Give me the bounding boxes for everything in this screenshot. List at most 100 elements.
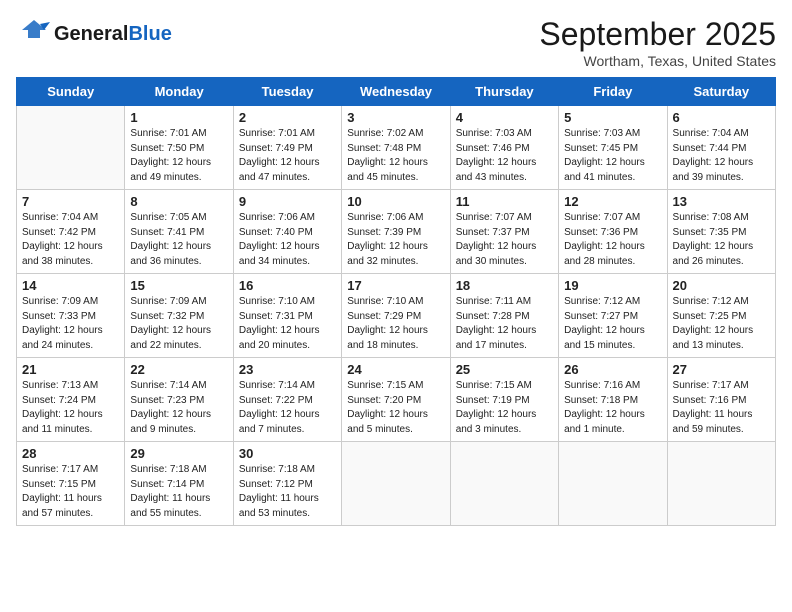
day-info: Sunrise: 7:14 AM Sunset: 7:23 PM Dayligh… [130,379,227,437]
day-info: Sunrise: 7:15 AM Sunset: 7:20 PM Dayligh… [347,379,444,437]
day-number: 12 [564,194,661,209]
calendar-cell: 11 Sunrise: 7:07 AM Sunset: 7:37 PM Dayli… [450,190,558,274]
day-info: Sunrise: 7:10 AM Sunset: 7:31 PM Dayligh… [239,295,336,353]
day-number: 6 [673,110,770,125]
page-header: GeneralBlue September 2025 Wortham, Texa… [16,16,776,69]
day-info: Sunrise: 7:12 AM Sunset: 7:27 PM Dayligh… [564,295,661,353]
day-info: Sunrise: 7:08 AM Sunset: 7:35 PM Dayligh… [673,211,770,269]
day-number: 20 [673,278,770,293]
col-header-wednesday: Wednesday [342,78,450,106]
title-block: September 2025 Wortham, Texas, United St… [539,16,776,69]
calendar-week-3: 14 Sunrise: 7:09 AM Sunset: 7:33 PM Dayli… [17,274,776,358]
calendar-cell: 27 Sunrise: 7:17 AM Sunset: 7:16 PM Dayli… [667,358,775,442]
calendar-cell [667,442,775,526]
calendar-cell [559,442,667,526]
day-info: Sunrise: 7:07 AM Sunset: 7:36 PM Dayligh… [564,211,661,269]
calendar-cell: 9 Sunrise: 7:06 AM Sunset: 7:40 PM Daylig… [233,190,341,274]
day-info: Sunrise: 7:05 AM Sunset: 7:41 PM Dayligh… [130,211,227,269]
logo-general: General [54,23,128,45]
location: Wortham, Texas, United States [539,53,776,69]
day-number: 16 [239,278,336,293]
calendar-cell: 12 Sunrise: 7:07 AM Sunset: 7:36 PM Dayli… [559,190,667,274]
day-info: Sunrise: 7:06 AM Sunset: 7:39 PM Dayligh… [347,211,444,269]
day-info: Sunrise: 7:12 AM Sunset: 7:25 PM Dayligh… [673,295,770,353]
day-number: 4 [456,110,553,125]
day-number: 19 [564,278,661,293]
day-number: 8 [130,194,227,209]
calendar-cell: 5 Sunrise: 7:03 AM Sunset: 7:45 PM Daylig… [559,106,667,190]
day-info: Sunrise: 7:01 AM Sunset: 7:49 PM Dayligh… [239,127,336,185]
calendar-table: SundayMondayTuesdayWednesdayThursdayFrid… [16,77,776,526]
day-number: 10 [347,194,444,209]
day-number: 9 [239,194,336,209]
logo: GeneralBlue [16,16,172,52]
day-info: Sunrise: 7:10 AM Sunset: 7:29 PM Dayligh… [347,295,444,353]
col-header-tuesday: Tuesday [233,78,341,106]
col-header-saturday: Saturday [667,78,775,106]
calendar-cell: 10 Sunrise: 7:06 AM Sunset: 7:39 PM Dayli… [342,190,450,274]
day-info: Sunrise: 7:15 AM Sunset: 7:19 PM Dayligh… [456,379,553,437]
day-info: Sunrise: 7:01 AM Sunset: 7:50 PM Dayligh… [130,127,227,185]
day-number: 24 [347,362,444,377]
calendar-cell: 15 Sunrise: 7:09 AM Sunset: 7:32 PM Dayli… [125,274,233,358]
day-info: Sunrise: 7:09 AM Sunset: 7:32 PM Dayligh… [130,295,227,353]
day-info: Sunrise: 7:07 AM Sunset: 7:37 PM Dayligh… [456,211,553,269]
logo-text-block: GeneralBlue [54,23,172,45]
day-number: 25 [456,362,553,377]
day-info: Sunrise: 7:18 AM Sunset: 7:12 PM Dayligh… [239,463,336,521]
day-number: 26 [564,362,661,377]
day-number: 30 [239,446,336,461]
calendar-cell: 21 Sunrise: 7:13 AM Sunset: 7:24 PM Dayli… [17,358,125,442]
calendar-cell: 30 Sunrise: 7:18 AM Sunset: 7:12 PM Dayli… [233,442,341,526]
day-info: Sunrise: 7:04 AM Sunset: 7:44 PM Dayligh… [673,127,770,185]
calendar-cell: 3Sunrise: 7:02 AM Sunset: 7:48 PM Daylig… [342,106,450,190]
calendar-cell: 4 Sunrise: 7:03 AM Sunset: 7:46 PM Daylig… [450,106,558,190]
col-header-friday: Friday [559,78,667,106]
day-number: 22 [130,362,227,377]
day-number: 23 [239,362,336,377]
day-number: 3 [347,110,444,125]
day-info: Sunrise: 7:03 AM Sunset: 7:45 PM Dayligh… [564,127,661,185]
day-number: 5 [564,110,661,125]
calendar-cell: 7 Sunrise: 7:04 AM Sunset: 7:42 PM Daylig… [17,190,125,274]
calendar-header-row: SundayMondayTuesdayWednesdayThursdayFrid… [17,78,776,106]
calendar-cell: 14 Sunrise: 7:09 AM Sunset: 7:33 PM Dayli… [17,274,125,358]
calendar-cell: 1Sunrise: 7:01 AM Sunset: 7:50 PM Daylig… [125,106,233,190]
day-info: Sunrise: 7:17 AM Sunset: 7:15 PM Dayligh… [22,463,119,521]
day-number: 18 [456,278,553,293]
day-number: 21 [22,362,119,377]
month-title: September 2025 [539,16,776,53]
calendar-cell: 20 Sunrise: 7:12 AM Sunset: 7:25 PM Dayli… [667,274,775,358]
day-info: Sunrise: 7:18 AM Sunset: 7:14 PM Dayligh… [130,463,227,521]
calendar-cell [342,442,450,526]
calendar-cell: 13Sunrise: 7:08 AM Sunset: 7:35 PM Dayli… [667,190,775,274]
calendar-week-4: 21 Sunrise: 7:13 AM Sunset: 7:24 PM Dayli… [17,358,776,442]
calendar-cell: 29Sunrise: 7:18 AM Sunset: 7:14 PM Dayli… [125,442,233,526]
calendar-week-1: 1Sunrise: 7:01 AM Sunset: 7:50 PM Daylig… [17,106,776,190]
day-number: 14 [22,278,119,293]
day-number: 27 [673,362,770,377]
col-header-sunday: Sunday [17,78,125,106]
calendar-cell: 23Sunrise: 7:14 AM Sunset: 7:22 PM Dayli… [233,358,341,442]
calendar-cell: 24 Sunrise: 7:15 AM Sunset: 7:20 PM Dayli… [342,358,450,442]
day-info: Sunrise: 7:09 AM Sunset: 7:33 PM Dayligh… [22,295,119,353]
calendar-cell: 6 Sunrise: 7:04 AM Sunset: 7:44 PM Daylig… [667,106,775,190]
calendar-week-5: 28 Sunrise: 7:17 AM Sunset: 7:15 PM Dayli… [17,442,776,526]
day-number: 28 [22,446,119,461]
day-number: 15 [130,278,227,293]
day-info: Sunrise: 7:04 AM Sunset: 7:42 PM Dayligh… [22,211,119,269]
day-info: Sunrise: 7:13 AM Sunset: 7:24 PM Dayligh… [22,379,119,437]
day-info: Sunrise: 7:17 AM Sunset: 7:16 PM Dayligh… [673,379,770,437]
calendar-cell: 22 Sunrise: 7:14 AM Sunset: 7:23 PM Dayli… [125,358,233,442]
day-info: Sunrise: 7:06 AM Sunset: 7:40 PM Dayligh… [239,211,336,269]
day-number: 2 [239,110,336,125]
day-number: 7 [22,194,119,209]
day-info: Sunrise: 7:03 AM Sunset: 7:46 PM Dayligh… [456,127,553,185]
calendar-cell: 28 Sunrise: 7:17 AM Sunset: 7:15 PM Dayli… [17,442,125,526]
col-header-monday: Monday [125,78,233,106]
logo-icon [16,16,52,52]
calendar-cell: 17 Sunrise: 7:10 AM Sunset: 7:29 PM Dayli… [342,274,450,358]
day-number: 11 [456,194,553,209]
day-number: 17 [347,278,444,293]
calendar-cell: 16 Sunrise: 7:10 AM Sunset: 7:31 PM Dayli… [233,274,341,358]
